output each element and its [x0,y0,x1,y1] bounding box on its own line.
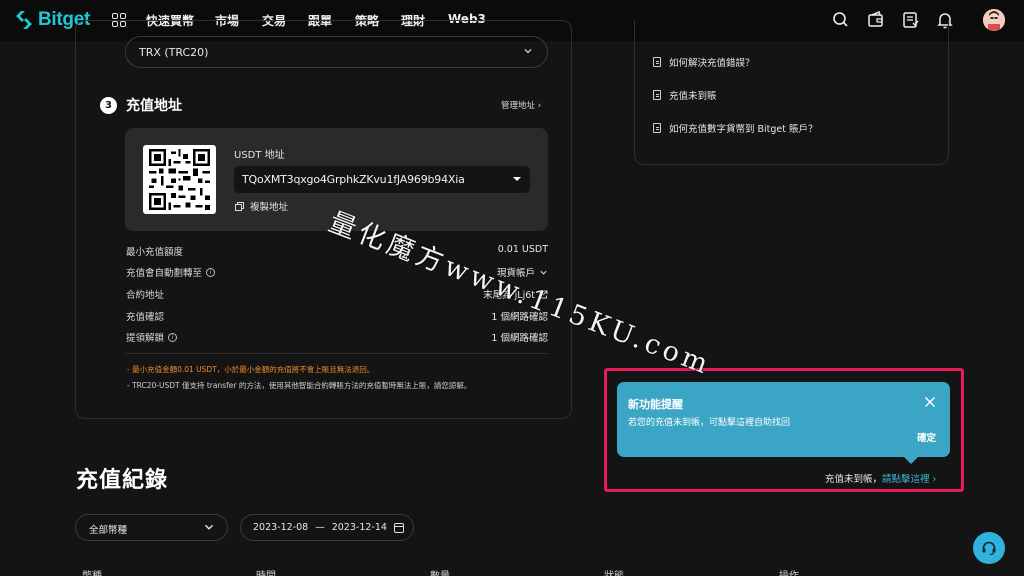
auto-transfer-label: 充值會自動劃轉至 i [126,265,216,279]
caret-down-icon [513,177,521,181]
support-chat-button[interactable] [973,532,1005,564]
faq-item-deposit-not-arrived[interactable]: 充值未到賬 [653,88,717,102]
find-back-text: 充值未到帳， [825,474,883,485]
trc20-note: - TRC20-USDT 僅支持 transfer 的方法，使用其他智能合約轉賬… [127,381,472,390]
find-back-link[interactable]: 請點擊這裡 › [882,474,936,485]
qr-code [143,145,216,214]
date-start: 2023-12-08 [253,522,309,533]
info-icon[interactable]: i [206,267,216,277]
faq-item-how-to-deposit[interactable]: 如何充值數字貨幣到 Bitget 賬戶？ [653,121,818,135]
info-icon[interactable]: i [168,332,178,342]
column-header-action: 操作 [779,567,799,576]
popup-title: 新功能提醒 [628,398,683,411]
withdraw-unlock-label-text: 提領解鎖 [126,333,165,344]
auto-transfer-label-text: 充值會自動劃轉至 [126,268,203,279]
chevron-down-icon [524,49,532,54]
copy-icon [235,201,244,211]
document-icon [653,57,661,67]
headset-icon [982,541,996,556]
step-number-badge: 3 [100,97,117,114]
deposit-confirm-value: 1 個網路確認 [491,312,548,323]
avatar-image [983,9,1005,31]
column-header-status: 狀態 [604,567,624,576]
faq-item-label: 如何解決充值錯誤？ [669,58,755,69]
min-deposit-label: 最小充值額度 [126,244,183,258]
chevron-down-icon [540,270,547,275]
document-icon [653,123,661,133]
auto-transfer-select[interactable]: 現貨帳戶 [497,265,548,279]
deposit-history-title: 充值紀錄 [76,468,169,493]
date-end: 2023-12-14 [331,522,387,533]
step-title: 充值地址 [126,98,182,114]
find-back-prompt: 充值未到帳，請點擊這裡 › [825,471,936,485]
withdraw-unlock-value: 1 個網路確認 [491,333,548,344]
coin-filter-select[interactable]: 全部幣種 [75,514,228,541]
auto-transfer-value: 現貨帳戶 [496,268,535,279]
min-deposit-value: 0.01 USDT [497,244,548,255]
manage-address-link[interactable]: 管理地址 › [501,99,541,111]
qr-code-image [149,149,210,210]
close-icon[interactable] [924,396,936,408]
column-header-amount: 數量 [430,567,450,576]
faq-item-deposit-error[interactable]: 如何解決充值錯誤？ [653,55,755,69]
address-value: TQoXMT3qxgo4GrphkZKvu1fJA969b94Xia [242,173,465,186]
contract-address-label: 合約地址 [126,287,164,301]
new-feature-popup: 新功能提醒 若您的充值未到帳，可點擊這裡自助找回 確定 [617,382,950,464]
contract-address-text: 末尾為 jLj6t [483,290,535,301]
withdraw-unlock-label: 提領解鎖 i [126,330,178,344]
date-range-picker[interactable]: 2023-12-08 — 2023-12-14 [240,514,414,541]
coin-filter-value: 全部幣種 [89,525,128,536]
address-label: USDT 地址 [234,150,285,161]
avatar[interactable] [983,9,1005,31]
faq-item-label: 充值未到賬 [669,91,717,102]
column-header-time: 時間 [256,567,276,576]
copy-address-label: 複製地址 [250,202,289,213]
faq-item-label: 如何充值數字貨幣到 Bitget 賬戶？ [669,124,818,135]
column-header-coin: 幣種 [82,567,102,576]
deposit-confirm-label-text: 充值確認 [126,312,165,323]
document-icon [653,90,661,100]
network-value: TRX (TRC20) [139,46,209,59]
address-field[interactable]: TQoXMT3qxgo4GrphkZKvu1fJA969b94Xia [234,166,530,193]
contract-address-value: 末尾為 jLj6t [483,287,548,301]
network-select[interactable]: TRX (TRC20) [125,36,548,68]
copy-address-button[interactable]: 複製地址 [235,199,288,213]
chevron-down-icon [204,524,214,530]
date-separator: — [315,522,325,533]
divider [125,353,548,354]
bitget-logo-icon [16,11,32,29]
popup-ok-button[interactable]: 確定 [917,430,936,444]
external-link-icon[interactable] [539,290,548,299]
contract-address-label-text: 合約地址 [126,290,165,301]
min-deposit-warning: - 最小充值金額0.01 USDT，小於最小金額的充值將不會上賬且無法退回。 [127,365,375,374]
deposit-confirm-label: 充值確認 [126,309,164,323]
min-deposit-label-text: 最小充值額度 [126,247,184,258]
popup-body: 若您的充值未到帳，可點擊這裡自助找回 [628,418,791,428]
calendar-icon [393,522,404,533]
